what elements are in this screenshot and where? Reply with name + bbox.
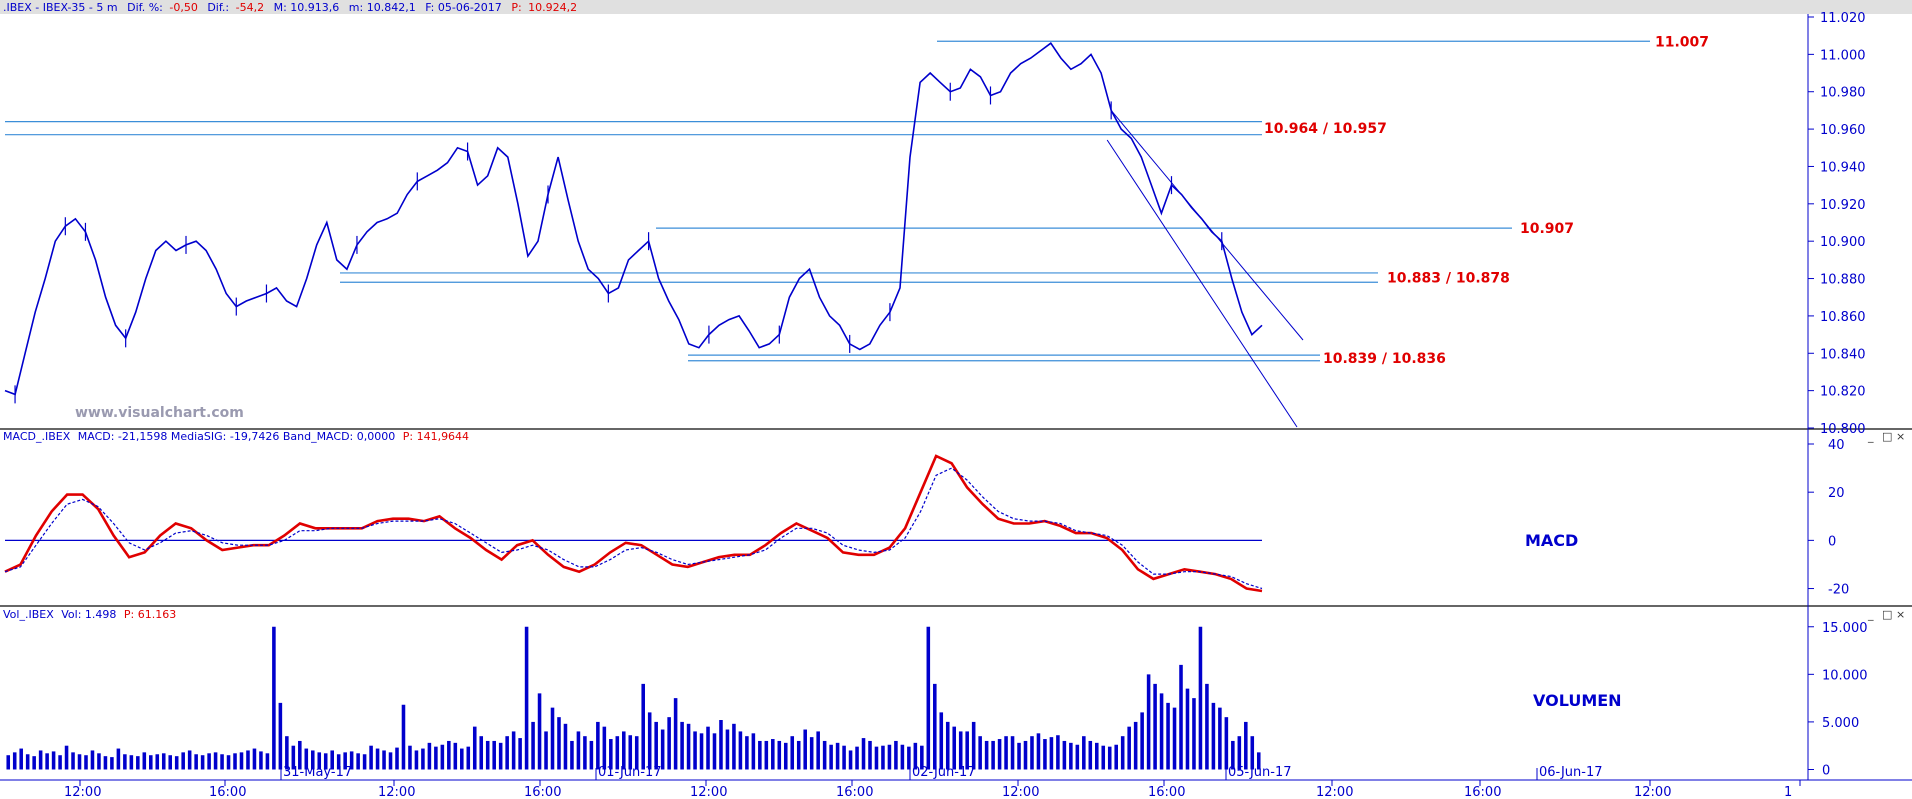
time-tick-label: 12:00 — [64, 785, 101, 799]
price-levels: 11.007 10.964 / 10.957 10.907 10.883 / 10.8… — [5, 34, 1709, 367]
level-label: 10.964 / 10.957 — [1264, 121, 1387, 137]
maximize-button[interactable]: □ — [1882, 608, 1892, 621]
macd-panel-label: MACD — [1525, 531, 1578, 550]
signal-line — [4, 467, 1263, 590]
time-tick-label: 16:00 — [524, 785, 561, 799]
tick-label: -20 — [1828, 583, 1849, 598]
date-tick-label: 01-Jun-17 — [598, 765, 662, 780]
time-tick-label: 16:00 — [1148, 785, 1185, 799]
time-tick-label: 12:00 — [690, 785, 727, 799]
volume-header: Vol_.IBEX Vol: 1.498 P: 61.163 — [3, 608, 176, 621]
tick-label: 5.000 — [1822, 716, 1859, 731]
close-button[interactable]: × — [1896, 608, 1905, 621]
time-axis: 12:00 16:00 12:00 16:00 12:00 16:00 12:00 16:00… — [64, 765, 1801, 799]
tick-label: 0 — [1822, 763, 1830, 778]
date-tick-label: 05-Jun-17 — [1228, 765, 1292, 780]
tick-label: 0 — [1828, 534, 1836, 549]
time-tick-label: 1 — [1784, 785, 1792, 799]
tick-label: 10.960 — [1820, 123, 1866, 138]
volume-axis: 15.000 10.000 5.000 0 — [1808, 621, 1868, 778]
level-label: 10.883 / 10.878 — [1387, 271, 1510, 287]
header-text: .IBEX - IBEX-35 - 5 m Dif. %: -0,50 Dif.… — [3, 1, 577, 14]
macd-series — [4, 454, 1263, 593]
time-tick-label: 12:00 — [1002, 785, 1039, 799]
price-series — [4, 42, 1263, 404]
macd-window-controls[interactable]: _ □ × — [1867, 430, 1905, 443]
watermark: www.visualchart.com — [75, 405, 244, 421]
date-tick-label: 06-Jun-17 — [1539, 765, 1603, 780]
time-tick-label: 12:00 — [378, 785, 415, 799]
level-label: 10.907 — [1520, 221, 1574, 237]
macd-axis: 40 20 0 -20 — [1808, 438, 1849, 598]
time-tick-label: 16:00 — [209, 785, 246, 799]
tick-label: 11.020 — [1820, 11, 1866, 26]
volume-window-controls[interactable]: _ □ × — [1867, 608, 1905, 621]
level-label: 10.839 / 10.836 — [1323, 351, 1446, 367]
tick-label: 10.940 — [1820, 160, 1866, 175]
macd-line — [4, 454, 1263, 593]
tick-label: 10.920 — [1820, 198, 1866, 213]
tick-label: 10.000 — [1822, 668, 1868, 683]
date-tick-label: 31-May-17 — [283, 765, 352, 780]
macd-header: MACD_.IBEX MACD: -21,1598 MediaSIG: -19,… — [3, 430, 469, 443]
tick-label: 20 — [1828, 486, 1845, 501]
tick-label: 10.840 — [1820, 347, 1866, 362]
tick-label: 10.800 — [1820, 422, 1866, 437]
price-axis: 11.020 11.000 10.980 10.960 10.940 10.920 10.9… — [1808, 11, 1866, 437]
tick-label: 10.980 — [1820, 86, 1866, 101]
tick-label: 10.880 — [1820, 273, 1866, 288]
tick-label: 10.860 — [1820, 310, 1866, 325]
tick-label: 10.900 — [1820, 235, 1866, 250]
volume-bars — [6, 626, 1261, 770]
trend-line-lower — [1106, 139, 1298, 428]
tick-label: 15.000 — [1822, 621, 1868, 636]
time-tick-label: 12:00 — [1634, 785, 1671, 799]
close-button[interactable]: × — [1896, 430, 1905, 443]
tick-label: 10.820 — [1820, 385, 1866, 400]
time-tick-label: 16:00 — [1464, 785, 1501, 799]
chart-canvas[interactable]: .IBEX - IBEX-35 - 5 m Dif. %: -0,50 Dif.… — [0, 0, 1912, 799]
minimize-button[interactable]: _ — [1867, 430, 1874, 443]
trend-channel — [1106, 110, 1304, 428]
date-tick-label: 02-Jun-17 — [912, 765, 976, 780]
price-line — [4, 42, 1263, 396]
volume-panel-label: VOLUMEN — [1533, 691, 1622, 710]
maximize-button[interactable]: □ — [1882, 430, 1892, 443]
tick-label: 11.000 — [1820, 48, 1866, 63]
minimize-button[interactable]: _ — [1867, 608, 1874, 621]
time-tick-label: 16:00 — [836, 785, 873, 799]
level-label: 11.007 — [1655, 34, 1709, 50]
tick-label: 40 — [1828, 438, 1845, 453]
time-tick-label: 12:00 — [1316, 785, 1353, 799]
